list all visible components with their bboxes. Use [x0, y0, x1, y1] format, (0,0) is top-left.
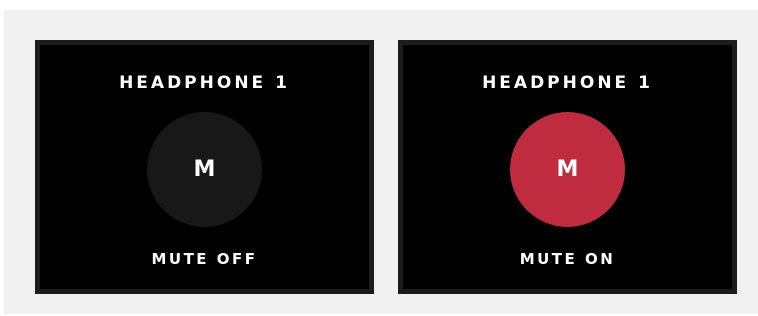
panel-title: HEADPHONE 1: [482, 73, 653, 93]
panel-title: HEADPHONE 1: [119, 73, 290, 93]
mute-status-text: MUTE ON: [519, 250, 616, 268]
mute-button-label: M: [556, 157, 579, 182]
page-background: HEADPHONE 1 M MUTE OFF HEADPHONE 1 M MUT…: [4, 10, 758, 314]
mute-status-text: MUTE OFF: [151, 250, 258, 268]
mute-toggle-button[interactable]: M: [147, 112, 262, 227]
headphone-panel-mute-off: HEADPHONE 1 M MUTE OFF: [35, 40, 374, 294]
headphone-panel-mute-on: HEADPHONE 1 M MUTE ON: [398, 40, 737, 294]
mute-toggle-button[interactable]: M: [510, 112, 625, 227]
mute-button-label: M: [193, 157, 216, 182]
